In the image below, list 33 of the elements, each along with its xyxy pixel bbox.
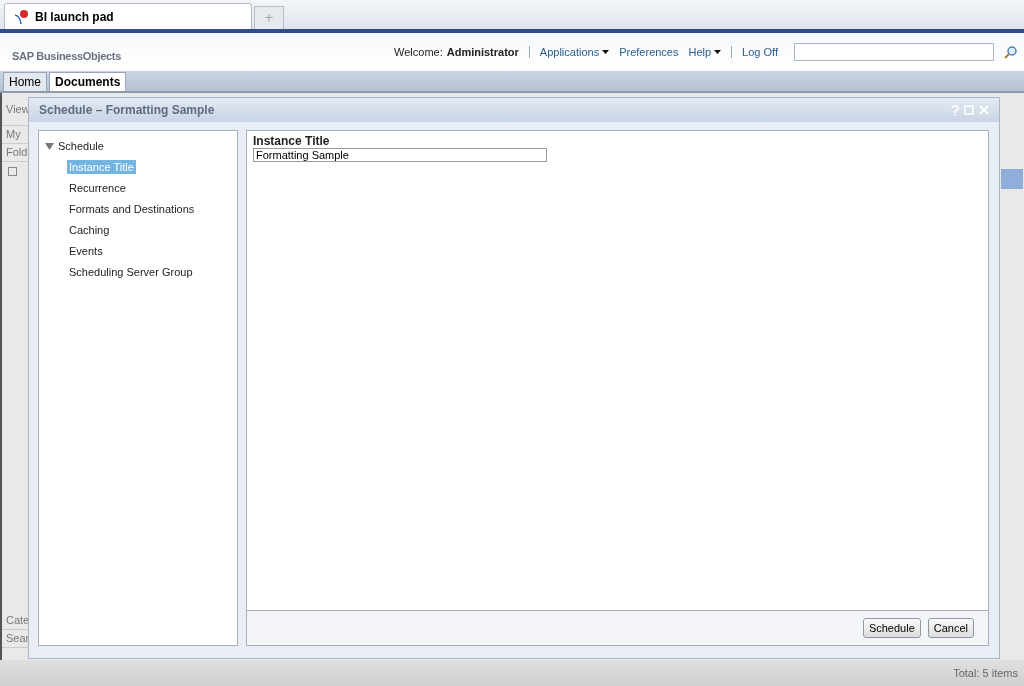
- field-label: Instance Title: [253, 134, 331, 148]
- maximize-icon[interactable]: [964, 104, 974, 115]
- nav-link[interactable]: Applications: [539, 46, 610, 58]
- tree-node[interactable]: Schedule: [45, 139, 237, 153]
- status-text: Total: 5 items: [953, 667, 1018, 679]
- caret-icon: [602, 50, 610, 54]
- page-tab[interactable]: Home: [3, 72, 47, 91]
- nav-link[interactable]: Log Off: [742, 46, 778, 58]
- input-field[interactable]: Formatting Sample: [253, 148, 547, 162]
- logo: SAP BusinessObjects: [12, 50, 122, 62]
- search-field[interactable]: [794, 43, 994, 61]
- nav-link[interactable]: Help: [688, 46, 722, 58]
- tree-item[interactable]: Events: [67, 244, 105, 258]
- user-name: Administrator: [446, 46, 519, 58]
- row-highlight: [1001, 169, 1023, 189]
- tree-item[interactable]: Recurrence: [67, 181, 128, 195]
- page-tab[interactable]: Documents: [49, 72, 127, 91]
- tree-item[interactable]: Caching: [67, 223, 112, 237]
- nav-link[interactable]: Preferences: [619, 46, 679, 58]
- tree-item[interactable]: Formats and Destinations: [67, 202, 197, 216]
- collapse-icon[interactable]: [8, 167, 17, 176]
- welcome-label: Welcome:: [394, 46, 443, 58]
- browser-tab[interactable]: BI launch pad: [4, 3, 252, 29]
- tree-item[interactable]: Scheduling Server Group: [67, 265, 195, 279]
- dialog-button[interactable]: Cancel: [927, 618, 974, 638]
- help-icon[interactable]: [951, 104, 959, 116]
- close-icon[interactable]: [979, 104, 989, 115]
- caret-icon: [714, 50, 722, 54]
- search-icon[interactable]: [1004, 45, 1018, 59]
- dialog-button[interactable]: Schedule: [862, 618, 921, 638]
- dialog-title: Schedule – Formatting Sample: [39, 103, 215, 117]
- expand-icon: [45, 142, 54, 150]
- app-icon: [13, 8, 29, 25]
